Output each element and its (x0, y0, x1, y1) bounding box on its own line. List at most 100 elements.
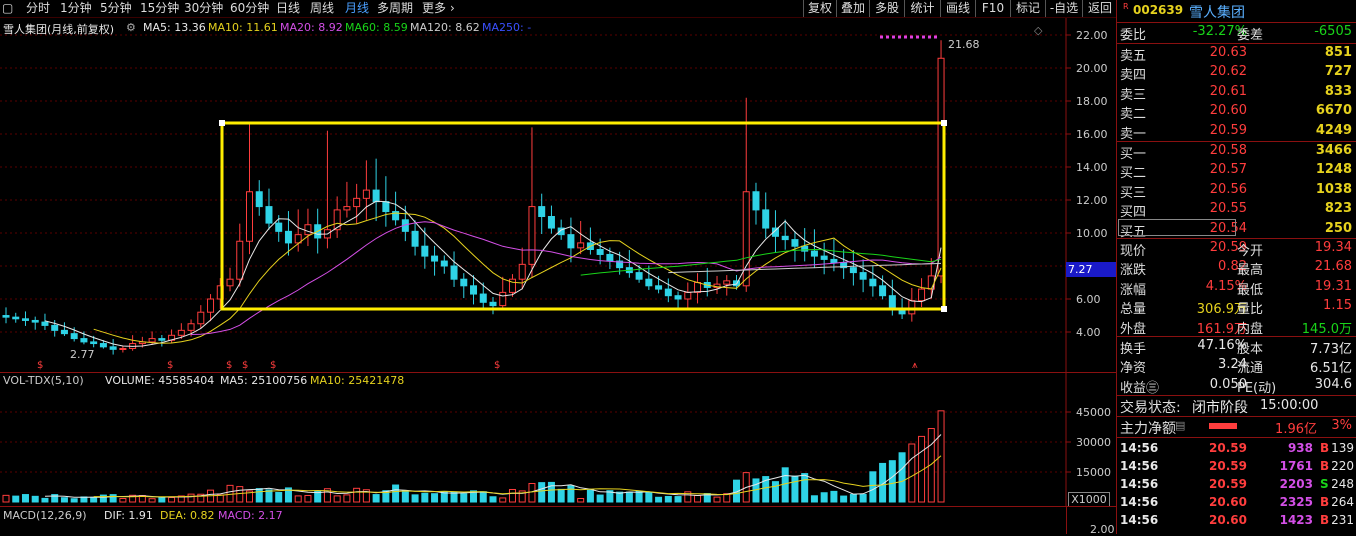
candle-body (12, 316, 20, 320)
bid-row[interactable]: 买三 20.56 1038 (1117, 182, 1356, 201)
candle-body (109, 346, 117, 350)
mark-button[interactable]: 标记 (1010, 0, 1045, 17)
tick-time: 14:56 (1120, 459, 1159, 473)
candle-body (723, 280, 731, 285)
volume-bar (21, 494, 29, 503)
volume-bar (655, 496, 663, 503)
candle-body (655, 285, 663, 290)
volume-bar (60, 497, 68, 503)
y-tick-label: 18.00 (1076, 95, 1108, 108)
period-tab-timeshare[interactable]: 分时 (26, 0, 50, 17)
box-handle-tl[interactable] (219, 120, 225, 126)
margin-badge: R (1123, 2, 1129, 11)
candle-body (674, 295, 682, 300)
ask-row[interactable]: 卖三 20.61 833 (1117, 84, 1356, 103)
volume-bar (499, 497, 507, 503)
selected-bid-highlight[interactable] (1118, 219, 1236, 236)
candle-body (479, 293, 487, 303)
period-tab-60min[interactable]: 60分钟 (230, 0, 269, 17)
candle-body (119, 348, 127, 350)
volume-bar (41, 497, 49, 503)
candle-body (888, 295, 896, 310)
f10-button[interactable]: F10 (975, 0, 1010, 17)
weibi-row: 委比 -32.27% 委差 -6505 (1117, 24, 1356, 43)
candle-body (460, 278, 468, 287)
candle-body (148, 338, 156, 343)
checkbox-icon[interactable]: ▢ (2, 0, 13, 17)
ask-row[interactable]: 卖四 20.62 727 (1117, 64, 1356, 83)
period-tab-30min[interactable]: 30分钟 (184, 0, 223, 17)
bid-row[interactable]: 买二 20.57 1248 (1117, 162, 1356, 181)
tick-side: B (1320, 459, 1330, 473)
draw-button[interactable]: 画线 (940, 0, 975, 17)
diamond-icon[interactable]: ◇ (1034, 24, 1043, 37)
bid-row[interactable]: 买一 20.58 3466 (1117, 143, 1356, 162)
volume-bar (421, 492, 429, 503)
tick-side: B (1320, 495, 1330, 509)
period-tab-multi[interactable]: 多周期 (377, 0, 413, 17)
cursor-price-tag: 7.27 (1066, 262, 1116, 277)
list-icon[interactable]: ▤ (1175, 419, 1185, 432)
candle-body (382, 201, 390, 213)
ask-row[interactable]: 卖一 20.59 4249 (1117, 123, 1356, 142)
add-watchlist-button[interactable]: -自选 (1045, 0, 1082, 17)
volume-bar (255, 488, 263, 503)
multi-stock-button[interactable]: 多股 (869, 0, 904, 17)
stat-row: 涨跌 0.82 最高 21.68 (1117, 259, 1356, 278)
period-tab-weekly[interactable]: 周线 (310, 0, 334, 17)
tick-price: 20.59 (1209, 441, 1247, 455)
volume-bar (411, 494, 419, 503)
period-tab-monthly[interactable]: 月线 (345, 0, 369, 17)
tick-time: 14:56 (1120, 477, 1159, 491)
period-tab-daily[interactable]: 日线 (276, 0, 300, 17)
bid-label: 买一 (1120, 147, 1147, 162)
high-price-label: 21.68 (948, 38, 980, 51)
statistics-button[interactable]: 统计 (904, 0, 940, 17)
overlay-button[interactable]: 叠加 (836, 0, 869, 17)
stat-label: 量比 (1237, 302, 1264, 318)
volume-bar (31, 495, 39, 503)
ask-label: 卖一 (1120, 126, 1147, 142)
volume-bar (888, 460, 896, 503)
stat-value: 306.9万 (1196, 302, 1247, 318)
box-handle-br[interactable] (941, 306, 947, 312)
period-tab-more[interactable]: 更多 (422, 0, 446, 17)
stat-value: 145.0万 (1301, 321, 1352, 337)
volume-chart[interactable]: 45000 30000 15000 (0, 372, 1116, 507)
ask-row[interactable]: 卖五 20.63 851 (1117, 45, 1356, 64)
range-box-annotation[interactable] (220, 121, 946, 311)
candle-body (810, 250, 818, 257)
tick-row: 14:56 20.60 2325 B 264 (1117, 495, 1356, 513)
chevron-right-icon[interactable]: › (450, 0, 455, 17)
box-handle-tr[interactable] (941, 120, 947, 126)
volume-bar (664, 495, 672, 503)
candle-body (304, 224, 312, 236)
candle-body (207, 298, 215, 313)
period-tab-15min[interactable]: 15分钟 (140, 0, 179, 17)
back-button[interactable]: 返回 (1082, 0, 1117, 17)
ma5-line (44, 200, 942, 347)
volume-bar (216, 494, 224, 503)
stat-row: 收益㊂ 0.050 PE(动) 304.6 (1117, 377, 1356, 396)
candle-body (177, 329, 185, 336)
ask-volume: 727 (1324, 64, 1352, 80)
candle-body (90, 341, 98, 345)
tick-time: 14:56 (1120, 441, 1159, 455)
volume-bar (158, 496, 166, 503)
volume-bar (168, 497, 176, 503)
candle-body (859, 272, 867, 280)
volume-bar (625, 491, 633, 503)
tick-count: 264 (1331, 495, 1354, 509)
candlestick-chart[interactable]: 22.0020.0018.0016.0014.0012.0010.008.006… (0, 18, 1116, 373)
bid-row[interactable]: 买四 20.55 823 (1117, 201, 1356, 221)
bid-label: 买四 (1120, 205, 1147, 221)
stat-label: PE(动) (1237, 380, 1277, 396)
stat-value: 0.82 (1218, 259, 1247, 275)
period-tab-5min[interactable]: 5分钟 (100, 0, 132, 17)
ask-row[interactable]: 卖二 20.60 6670 (1117, 103, 1356, 122)
period-tab-1min[interactable]: 1分钟 (60, 0, 92, 17)
volume-bar (849, 494, 857, 503)
restore-button[interactable]: 复权 (803, 0, 836, 17)
stat-value: 161.9万 (1196, 321, 1247, 337)
tick-row: 14:56 20.59 2203 S 248 (1117, 477, 1356, 495)
